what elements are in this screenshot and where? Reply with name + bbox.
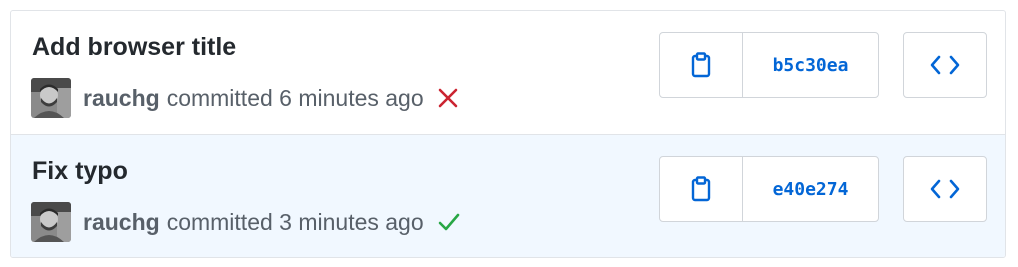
check-icon	[438, 213, 459, 231]
commit-time: committed 3 minutes ago	[166, 208, 424, 235]
commit-list: Add browser title rauchg committed 6 min…	[10, 10, 1006, 258]
commit-item: Add browser title rauchg committed 6 min…	[11, 11, 1005, 134]
browse-tree-button[interactable]	[903, 32, 987, 98]
commit-sha-link[interactable]: e40e274	[743, 157, 878, 221]
status-failure[interactable]	[437, 87, 459, 109]
copy-sha-button[interactable]	[660, 33, 743, 97]
code-icon	[930, 179, 960, 199]
status-success[interactable]	[437, 211, 461, 233]
browse-tree-button[interactable]	[903, 156, 987, 222]
sha-button-group: e40e274	[659, 156, 879, 222]
sha-button-group: b5c30ea	[659, 32, 879, 98]
commit-author[interactable]: rauchg	[83, 85, 160, 112]
commit-author[interactable]: rauchg	[83, 209, 160, 236]
avatar[interactable]	[31, 202, 71, 242]
commit-meta: rauchg committed 6 minutes ago	[31, 78, 459, 118]
clipboard-icon	[691, 176, 711, 202]
x-icon	[438, 88, 457, 108]
copy-sha-button[interactable]	[660, 157, 743, 221]
commit-title[interactable]: Add browser title	[32, 33, 236, 62]
commit-sha-link[interactable]: b5c30ea	[743, 33, 878, 97]
commit-title[interactable]: Fix typo	[32, 157, 128, 186]
code-icon	[930, 55, 960, 75]
avatar[interactable]	[31, 78, 71, 118]
commit-meta: rauchg committed 3 minutes ago	[31, 202, 461, 242]
commit-time: committed 6 minutes ago	[166, 84, 424, 111]
commit-item: Fix typo rauchg committed 3 minutes ago	[11, 134, 1005, 257]
clipboard-icon	[691, 52, 711, 78]
